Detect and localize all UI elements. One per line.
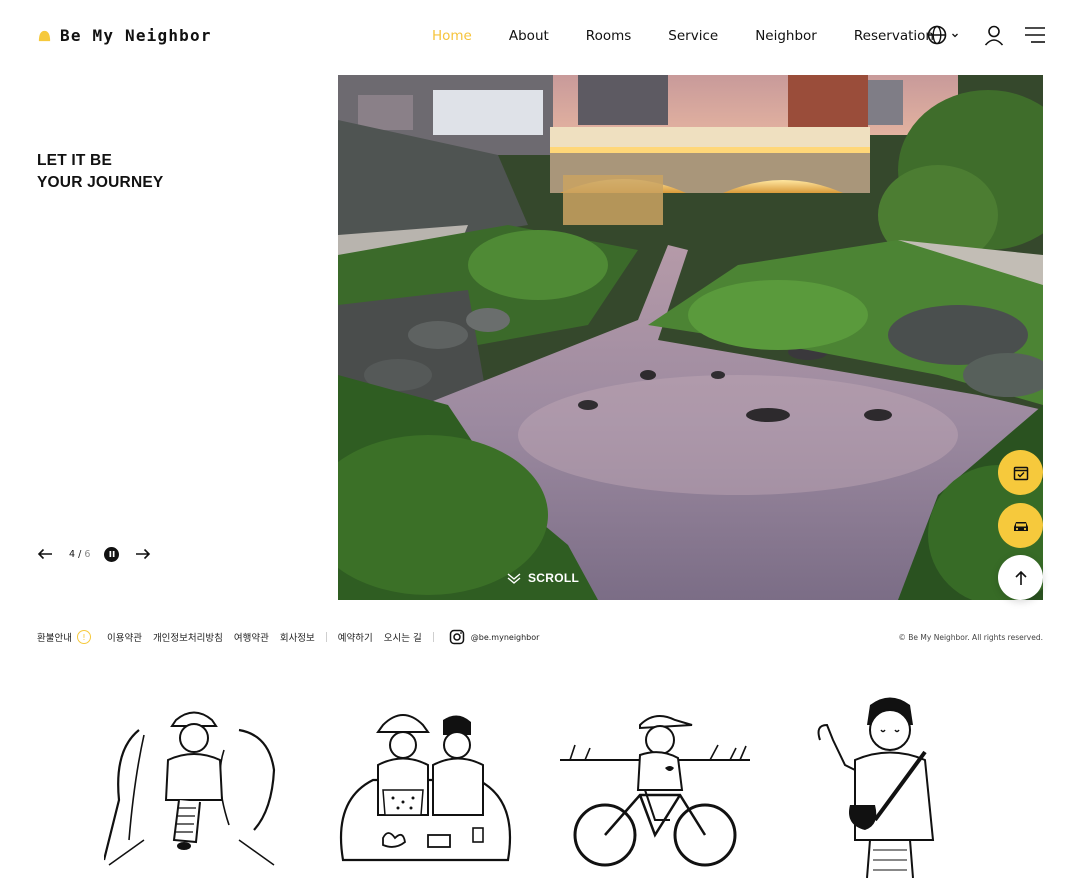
nav-rooms[interactable]: Rooms xyxy=(586,28,631,44)
walking-person-illustration xyxy=(104,711,276,866)
footer-link-privacy[interactable]: 개인정보처리방침 xyxy=(153,630,223,644)
next-slide-button[interactable] xyxy=(135,548,151,560)
logo[interactable]: Be My Neighbor xyxy=(37,26,212,45)
nav-service[interactable]: Service xyxy=(668,28,718,44)
slide-total: 6 xyxy=(84,548,91,560)
footer-link-terms[interactable]: 이용약관 xyxy=(107,630,142,644)
nav-home[interactable]: Home xyxy=(432,28,472,44)
footer-link-directions[interactable]: 오시는 길 xyxy=(384,630,422,644)
refund-info-icon[interactable]: ! xyxy=(76,630,91,644)
scroll-label: SCROLL xyxy=(528,571,580,585)
brand-name: Be My Neighbor xyxy=(60,26,212,45)
directions-fab[interactable] xyxy=(998,503,1043,548)
stream-bridge-photo xyxy=(338,75,1043,600)
user-account-button[interactable] xyxy=(983,24,1005,46)
reservation-fab[interactable] xyxy=(998,450,1043,495)
globe-icon xyxy=(927,25,947,45)
user-icon xyxy=(984,25,1004,46)
calendar-icon xyxy=(1013,466,1028,480)
slider-controls: 4 / 6 xyxy=(37,544,151,564)
footer-link-refund[interactable]: 환불안내 xyxy=(37,630,72,644)
instagram-icon xyxy=(449,629,464,645)
footer-divider xyxy=(325,632,327,642)
footer-link-company[interactable]: 회사정보 xyxy=(280,630,315,644)
arrow-right-icon xyxy=(136,548,151,560)
nav-neighbor[interactable]: Neighbor xyxy=(755,28,817,44)
chevron-down-icon xyxy=(952,33,958,38)
scroll-hint[interactable]: SCROLL xyxy=(506,570,579,586)
footer-link-travel-terms[interactable]: 여행약관 xyxy=(234,630,269,644)
footer-link-reserve[interactable]: 예약하기 xyxy=(338,630,373,644)
instagram-handle: @be.myneighbor xyxy=(470,632,540,642)
hero-slide-image xyxy=(338,75,1043,600)
hero-title-line-1: LET IT BE xyxy=(37,152,112,169)
main-nav: Home About Rooms Service Neighbor Reserv… xyxy=(432,28,934,44)
bell-logo-icon xyxy=(38,30,51,42)
waving-person-illustration xyxy=(817,697,935,878)
slide-counter: 4 / 6 xyxy=(69,549,90,560)
footer-divider xyxy=(432,632,434,642)
copyright: © Be My Neighbor. All rights reserved. xyxy=(898,633,1043,642)
prev-slide-button[interactable] xyxy=(37,548,53,560)
pause-icon xyxy=(109,551,115,557)
menu-button[interactable] xyxy=(1024,26,1046,44)
double-chevron-down-icon xyxy=(507,573,521,584)
arrow-left-icon xyxy=(37,548,52,560)
header-icons xyxy=(926,24,1046,46)
arrow-up-icon xyxy=(1014,570,1027,585)
hero-title: LET IT BE YOUR JOURNEY xyxy=(37,150,163,194)
menu-icon xyxy=(1025,27,1045,43)
hero-title-line-2: YOUR JOURNEY xyxy=(37,174,164,191)
nav-about[interactable]: About xyxy=(509,28,549,44)
nav-reservation[interactable]: Reservation xyxy=(854,28,934,44)
site-header: Be My Neighbor Home About Rooms Service … xyxy=(0,0,1080,75)
back-to-top-button[interactable] xyxy=(998,555,1043,600)
footer-links: 환불안내 ! 이용약관 개인정보처리방침 여행약관 회사정보 예약하기 오시는 … xyxy=(37,629,539,645)
language-selector[interactable] xyxy=(926,24,960,46)
pause-button[interactable] xyxy=(104,546,120,562)
picnic-couple-illustration xyxy=(339,714,512,862)
car-icon xyxy=(1013,521,1028,531)
instagram-link[interactable]: @be.myneighbor xyxy=(449,629,540,645)
slide-current: 4 xyxy=(69,548,76,560)
slide-separator: / xyxy=(78,548,82,560)
cyclist-illustration xyxy=(560,715,750,867)
